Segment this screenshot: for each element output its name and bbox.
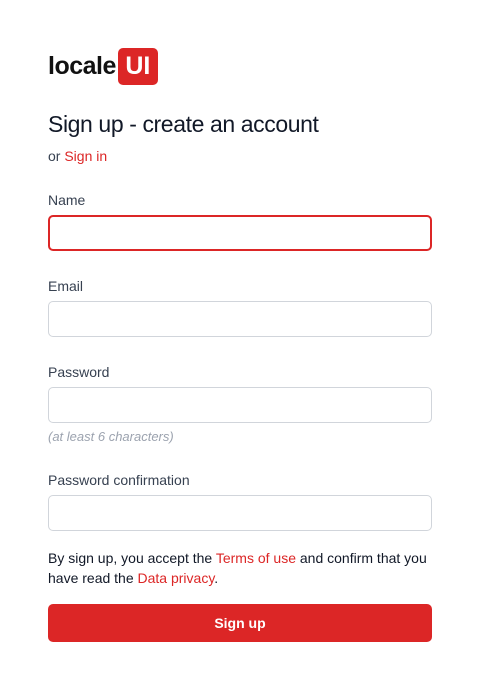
signup-form: locale UI Sign up - create an account or… [48,48,432,642]
terms-text-3: . [214,570,219,586]
signin-prefix: or [48,148,61,164]
terms-notice: By sign up, you accept the Terms of use … [48,548,432,588]
terms-text-1: By sign up, you accept the [48,550,216,566]
password-confirmation-field-group: Password confirmation [48,471,432,531]
name-input[interactable] [48,215,432,251]
name-label: Name [48,192,86,208]
password-input[interactable] [48,387,432,423]
email-input[interactable] [48,301,432,337]
password-confirmation-label: Password confirmation [48,472,190,488]
password-hint: (at least 6 characters) [48,429,174,444]
sign-up-button[interactable]: Sign up [48,604,432,642]
password-confirmation-input[interactable] [48,495,432,531]
email-field-group: Email [48,277,432,337]
password-field-group: Password (at least 6 characters) [48,363,432,445]
email-label: Email [48,278,84,294]
data-privacy-link[interactable]: Data privacy [138,570,215,586]
logo-badge: UI [117,48,158,85]
password-label: Password [48,364,110,380]
signin-row: or Sign in [48,147,432,165]
logo: locale UI [48,48,432,85]
terms-of-use-link[interactable]: Terms of use [216,550,296,566]
name-field-group: Name [48,191,432,251]
signin-link[interactable]: Sign in [64,148,107,164]
logo-text: locale [48,52,116,80]
form-fields: Name Email Password (at least 6 characte… [48,191,432,531]
page-title: Sign up - create an account [48,111,319,137]
